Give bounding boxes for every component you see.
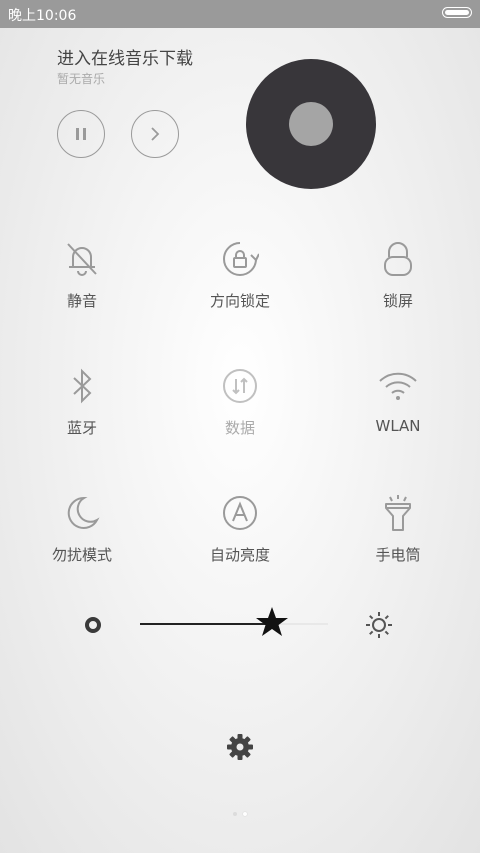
toggle-rotation-lock[interactable]: 方向锁定 [170,240,310,336]
toggle-label: 锁屏 [382,292,413,310]
flashlight-icon [385,495,411,531]
chevron-right-icon [151,127,160,141]
toggle-bluetooth[interactable]: 蓝牙 [12,367,152,463]
page-indicator [0,812,480,816]
toggle-lock-screen[interactable]: 锁屏 [328,240,468,336]
toggle-label: 自动亮度 [209,546,270,564]
bluetooth-icon [73,368,92,404]
brightness-slider[interactable] [140,623,328,625]
wifi-icon [379,372,417,400]
battery-icon [442,7,472,18]
pause-icon [76,128,86,140]
toggle-auto-brightness[interactable]: 自动亮度 [170,494,310,590]
toggle-label: 蓝牙 [66,419,97,437]
brightness-slider-thumb[interactable] [255,605,289,639]
status-time: 晚上10:06 [8,8,77,24]
brightness-slider-fill [140,623,272,625]
mobile-data-icon [223,369,257,403]
bell-off-icon [67,243,97,276]
toggle-mute[interactable]: 静音 [12,240,152,336]
toggle-label: WLAN [375,417,421,435]
rotation-lock-icon [223,242,259,276]
brightness-low-icon [85,617,101,633]
brightness-control [0,600,480,650]
music-subtitle: 暂无音乐 [57,72,106,86]
toggle-label: 手电筒 [375,546,421,564]
lock-icon [384,242,412,276]
toggle-label: 数据 [224,419,255,437]
toggle-label: 静音 [66,292,97,310]
pause-button[interactable] [57,110,105,158]
album-disc[interactable] [246,59,376,189]
moon-icon [67,496,100,529]
toggle-do-not-disturb[interactable]: 勿扰模式 [12,494,152,590]
toggle-wlan[interactable]: WLAN [328,367,468,463]
page-dot [243,812,247,816]
toggle-flashlight[interactable]: 手电筒 [328,494,468,590]
auto-brightness-icon [223,496,257,530]
next-button[interactable] [131,110,179,158]
gear-icon[interactable] [224,731,256,763]
toggle-label: 方向锁定 [209,292,270,310]
music-title[interactable]: 进入在线音乐下载 [57,44,193,69]
status-bar: 晚上10:06 [0,0,480,28]
page-dot [233,812,237,816]
toggle-mobile-data[interactable]: 数据 [170,367,310,463]
disc-hub [289,102,333,146]
toggle-label: 勿扰模式 [51,546,112,564]
brightness-high-icon [366,612,392,638]
